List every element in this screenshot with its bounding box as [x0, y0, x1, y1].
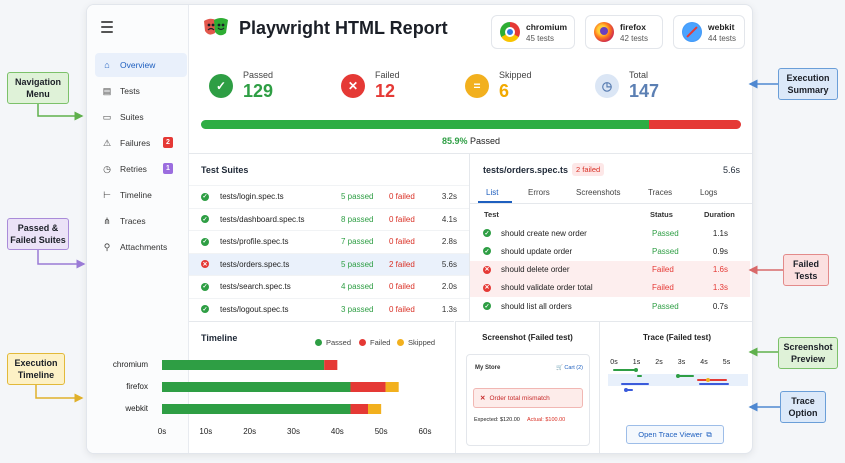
callout-arrows — [35, 79, 783, 412]
